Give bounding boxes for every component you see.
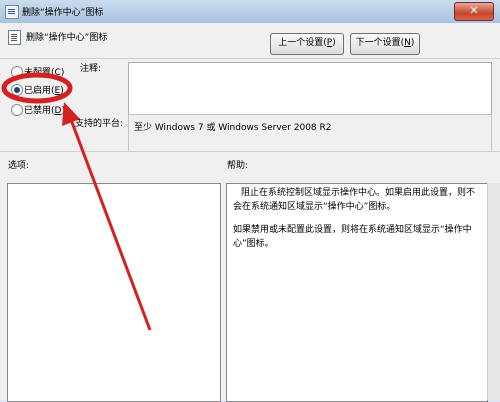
options-pane[interactable]: [7, 183, 221, 402]
option-label-tail: ): [60, 86, 64, 96]
help-text-1: 阻止在系统控制区域显示操作中心。如果启用此设置，则不会在系统通知区域显示“操作中…: [233, 188, 476, 212]
next-setting-label: 下一个设置(: [355, 38, 405, 48]
close-button[interactable]: ✕: [454, 2, 494, 21]
next-setting-accesskey: N: [404, 38, 411, 48]
option-label-tail: ): [61, 106, 65, 116]
help-pane[interactable]: 阻止在系统控制区域显示操作中心。如果启用此设置，则不会在系统通知区域显示“操作中…: [226, 183, 488, 402]
radio-not-configured-label[interactable]: 未配置(C): [24, 65, 64, 78]
radio-disabled[interactable]: [11, 104, 23, 116]
setting-icon: [8, 30, 21, 45]
option-label: 已启用(: [24, 86, 55, 96]
policy-icon: [5, 5, 19, 19]
radio-disabled-label[interactable]: 已禁用(D): [24, 103, 65, 116]
help-label: 帮助:: [227, 161, 249, 171]
vertical-scrollbar[interactable]: [487, 183, 500, 400]
comment-label: 注释:: [80, 64, 102, 74]
option-label-tail: ): [60, 68, 65, 78]
previous-setting-label-tail: ): [332, 38, 336, 48]
option-label: 已禁用(: [24, 106, 55, 116]
options-label: 选项:: [8, 161, 30, 171]
radio-enabled-label[interactable]: 已启用(E): [24, 83, 64, 96]
platform-label: 支持的平台:: [75, 119, 124, 129]
policy-title: 删除“操作中心”图标: [26, 33, 108, 43]
next-setting-button[interactable]: 下一个设置(N): [350, 33, 420, 55]
window-titlebar: 删除“操作中心”图标 ✕: [0, 0, 500, 24]
previous-setting-label: 上一个设置(: [278, 38, 327, 48]
header-separator: [0, 58, 500, 59]
platform-field: 至少 Windows 7 或 Windows Server 2008 R2: [128, 114, 492, 152]
previous-setting-button[interactable]: 上一个设置(P): [270, 33, 344, 55]
next-setting-label-tail: ): [410, 38, 415, 48]
radio-enabled[interactable]: [11, 84, 23, 96]
radio-not-configured[interactable]: [11, 66, 23, 78]
option-label: 未配置(: [24, 68, 55, 78]
platform-value: 至少 Windows 7 或 Windows Server 2008 R2: [134, 123, 332, 133]
help-text-2: 如果禁用或未配置此设置，则将在系统通知区域显示“操作中心”图标。: [233, 225, 472, 249]
policy-dialog: 删除“操作中心”图标 上一个设置(P) 下一个设置(N) 未配置(C) 已启用(…: [0, 23, 500, 402]
section-divider: [0, 151, 500, 152]
window-title: 删除“操作中心”图标: [22, 8, 104, 18]
